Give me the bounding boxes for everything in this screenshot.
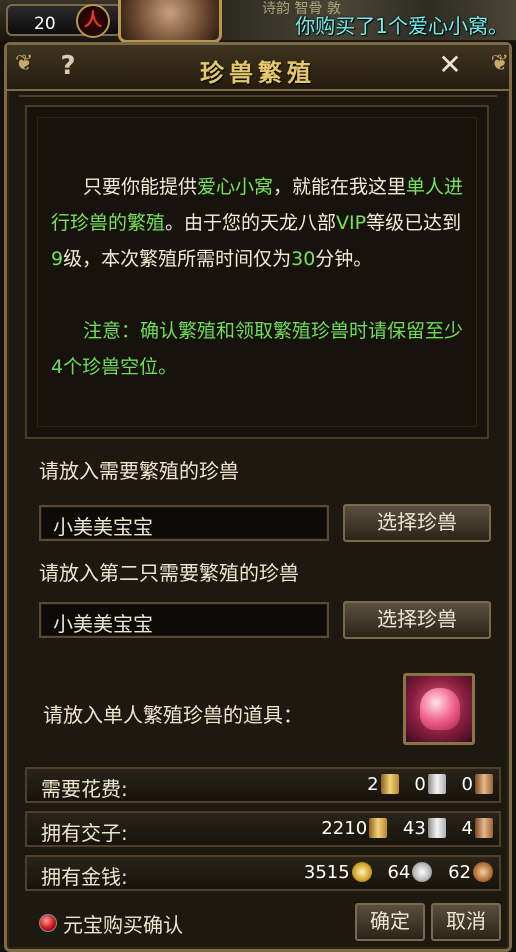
select-pet2-button[interactable]: 选择珍兽 xyxy=(343,601,491,639)
description-panel: 只要你能提供爱心小窝，就能在我这里单人进行珍兽的繁殖。由于您的天龙八部VIP等级… xyxy=(25,105,489,439)
desc-text-2: ，就能在我这里 xyxy=(273,176,407,198)
jiaozi-copper-value: 4 xyxy=(461,818,473,839)
desc-text-3: 。由于您的天龙八部 xyxy=(165,212,337,234)
desc-minutes: 30 xyxy=(291,248,316,270)
pet2-label: 请放入第二只需要繁殖的珍兽 xyxy=(39,561,299,585)
cost-gold-value: 2 xyxy=(367,774,379,795)
desc-text-6: 分钟。 xyxy=(315,248,373,270)
purchase-notice: 你购买了1个爱心小窝。 xyxy=(295,14,508,38)
jiaozi-gold-value: 2210 xyxy=(321,818,368,839)
silver-coin-icon xyxy=(412,862,433,882)
level-number: 20 xyxy=(34,14,56,34)
yuanbao-confirm-label[interactable]: 元宝购买确认 xyxy=(63,909,183,938)
money-silver-value: 64 xyxy=(387,862,411,883)
pink-bag-icon xyxy=(420,688,460,730)
window-title: 珍兽繁殖 xyxy=(200,59,316,87)
gold-coin-icon xyxy=(351,862,372,882)
pet1-label: 请放入需要繁殖的珍兽 xyxy=(39,459,239,483)
divider xyxy=(19,95,497,103)
desc-text-5: 级，本次繁殖所需时间仅为 xyxy=(63,248,292,270)
desc-text-1: 只要你能提供 xyxy=(83,176,198,198)
pet-breeding-window: ❦ ❦ ? 珍兽繁殖 ✕ 只要你能提供爱心小窝，就能在我这里单人进行珍兽的繁殖。… xyxy=(4,42,512,952)
item-label: 请放入单人繁殖珍兽的道具： xyxy=(43,703,303,727)
pet1-field[interactable]: 小美美宝宝 xyxy=(39,505,329,541)
cost-values: 2 0 0 xyxy=(357,774,493,795)
close-button[interactable]: ✕ xyxy=(435,50,465,80)
silver-ingot-icon xyxy=(427,774,446,794)
gold-ingot-icon xyxy=(380,774,399,794)
desc-vip: VIP xyxy=(336,212,367,234)
desc-item-name: 爱心小窝 xyxy=(197,176,274,198)
confirm-button[interactable]: 确定 xyxy=(355,903,425,941)
yuanbao-confirm-radio[interactable] xyxy=(39,914,57,932)
money-label: 拥有金钱: xyxy=(41,865,128,889)
description-note: 注意：确认繁殖和领取繁殖珍兽时请保留至少4个珍兽空位。 xyxy=(51,320,464,378)
jiaozi-label: 拥有交子: xyxy=(41,821,128,845)
pet2-field[interactable]: 小美美宝宝 xyxy=(39,602,329,638)
bottom-bar: 元宝购买确认 确定 取消 xyxy=(25,901,501,945)
cost-silver-value: 0 xyxy=(414,774,426,795)
cost-row-jiaozi: 拥有交子: 2210 43 4 xyxy=(25,811,501,847)
cost-copper-value: 0 xyxy=(461,774,473,795)
description-text: 只要你能提供爱心小窝，就能在我这里单人进行珍兽的繁殖。由于您的天龙八部VIP等级… xyxy=(51,169,469,277)
copper-ingot-icon xyxy=(475,774,493,794)
desc-text-4: 等级已达到 xyxy=(366,212,462,234)
cost-label: 需要花费: xyxy=(41,777,128,801)
cost-row-required: 需要花费: 2 0 0 xyxy=(25,767,501,803)
gold-ingot-icon xyxy=(369,818,388,838)
desc-vip-level: 9 xyxy=(51,248,64,270)
player-portrait[interactable] xyxy=(118,0,222,42)
jiaozi-values: 2210 43 4 xyxy=(311,818,493,839)
silver-ingot-icon xyxy=(427,818,446,838)
faction-emblem-icon: 人 xyxy=(76,4,110,38)
top-status-bar: 20 人 诗韵 智骨 敦 你购买了1个爱心小窝。 xyxy=(0,0,516,42)
item-slot[interactable] xyxy=(403,673,475,745)
window-titlebar[interactable]: ❦ ❦ ? 珍兽繁殖 ✕ xyxy=(7,45,509,91)
cancel-button[interactable]: 取消 xyxy=(431,903,501,941)
copper-coin-icon xyxy=(473,862,493,882)
select-pet1-button[interactable]: 选择珍兽 xyxy=(343,504,491,542)
money-copper-value: 62 xyxy=(448,862,471,883)
money-gold-value: 3515 xyxy=(303,862,350,883)
cost-row-money: 拥有金钱: 3515 64 62 xyxy=(25,855,501,891)
money-values: 3515 64 62 xyxy=(294,862,493,883)
copper-ingot-icon xyxy=(475,818,493,838)
jiaozi-silver-value: 43 xyxy=(402,818,426,839)
